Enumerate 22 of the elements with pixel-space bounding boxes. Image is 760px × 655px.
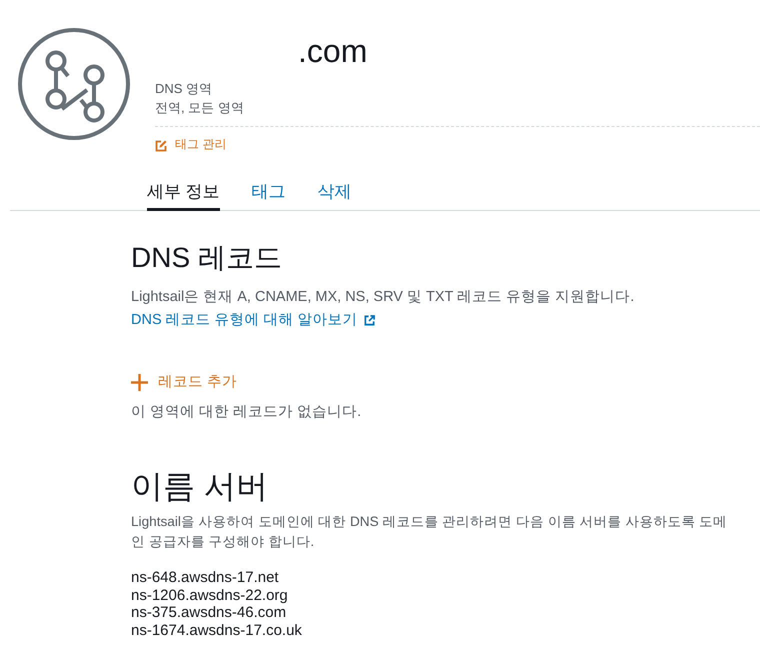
name-server-item: ns-375.awsdns-46.com [131, 604, 288, 622]
tab[interactable]: 삭제 [318, 181, 352, 211]
add-record-button[interactable]: 레코드 추가 [131, 370, 238, 394]
edit-icon [155, 140, 167, 152]
empty-message: 이 영역에 대한 레코드가 없습니다. [131, 403, 362, 422]
name-server-item: ns-1206.awsdns-22.org [131, 586, 289, 604]
section-heading: 이름 서버 [131, 467, 269, 505]
section-description: Lightsail은 현재 A, CNAME, MX, NS, SRV 및 TXT 레코드 유형을 지원합니다. [131, 288, 636, 307]
section-description: Lightsail을 사용하여 도메인에 대한 DNS 레코드를 관리하려면 다음 이름 서버를 사용하도록 도메인 공급자를 구성해야 합니다. [131, 513, 728, 551]
tab[interactable]: 태그 [252, 181, 286, 211]
zone-title: .com [298, 33, 368, 69]
zone-scope-label: 전역, 모든 영역 [155, 99, 245, 117]
manage-tags-link[interactable]: 태그 관리 [155, 135, 226, 154]
tab[interactable]: 세부 정보 [147, 181, 220, 211]
section-heading: DNS 레코드 [131, 241, 283, 275]
network-nodes-icon [16, 26, 132, 142]
learn-more-link[interactable]: DNS 레코드 유형에 대해 알아보기 [131, 309, 375, 332]
name-server-item: ns-1674.awsdns-17.co.uk [131, 622, 303, 640]
external-link-icon [364, 315, 375, 326]
name-server-item: ns-648.awsdns-17.net [131, 569, 280, 587]
plus-icon [131, 374, 148, 390]
zone-type-label: DNS 영역 [155, 80, 214, 98]
